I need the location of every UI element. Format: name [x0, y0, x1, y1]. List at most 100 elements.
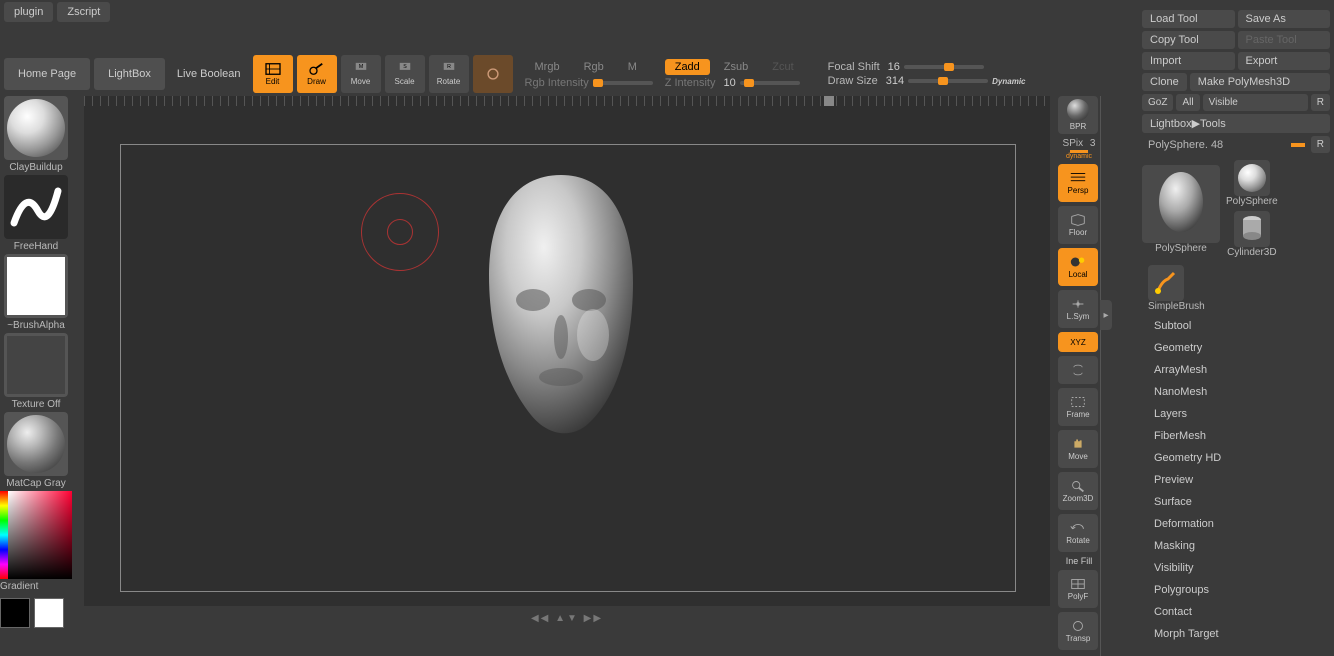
- frame-button[interactable]: Frame: [1058, 388, 1098, 426]
- viewport[interactable]: [120, 144, 1016, 592]
- load-tool-button[interactable]: Load Tool: [1142, 10, 1235, 28]
- move-label: Move: [351, 77, 371, 86]
- rgb-button[interactable]: Rgb: [574, 59, 614, 75]
- floor-button[interactable]: Floor: [1058, 206, 1098, 244]
- move-view-button[interactable]: Move: [1058, 430, 1098, 468]
- goz-r-button[interactable]: R: [1311, 94, 1330, 111]
- m-button[interactable]: M: [618, 59, 647, 75]
- saturation-value-area[interactable]: [8, 491, 72, 579]
- zoom3d-button[interactable]: Zoom3D: [1058, 472, 1098, 510]
- polysphere-slider[interactable]: [1291, 143, 1305, 147]
- export-button[interactable]: Export: [1238, 52, 1331, 70]
- accordion-morph-target[interactable]: Morph Target: [1142, 623, 1330, 645]
- frame-icon: [1069, 395, 1087, 409]
- accordion-subtool[interactable]: Subtool: [1142, 315, 1330, 337]
- edit-mode-button[interactable]: Edit: [253, 55, 293, 93]
- dynamic-badge[interactable]: Dynamic: [992, 77, 1025, 86]
- polysphere-count: 48: [1211, 139, 1223, 151]
- accordion-contact[interactable]: Contact: [1142, 601, 1330, 623]
- polysphere-r-button[interactable]: R: [1311, 136, 1330, 153]
- texture-selector[interactable]: [4, 333, 68, 397]
- canvas-pager[interactable]: ◀◀ ▲▼ ▶▶: [531, 613, 603, 624]
- spix-control[interactable]: SPix 3 dynamic: [1058, 138, 1100, 160]
- accordion-preview[interactable]: Preview: [1142, 469, 1330, 491]
- zadd-button[interactable]: Zadd: [665, 59, 710, 75]
- copy-tool-button[interactable]: Copy Tool: [1142, 31, 1235, 49]
- lightbox-tools-button[interactable]: Lightbox▶Tools: [1142, 114, 1330, 133]
- save-as-button[interactable]: Save As: [1238, 10, 1331, 28]
- hue-strip[interactable]: [0, 491, 8, 579]
- ruler-thumb[interactable]: [824, 96, 834, 106]
- accordion-polygroups[interactable]: Polygroups: [1142, 579, 1330, 601]
- accordion-surface[interactable]: Surface: [1142, 491, 1330, 513]
- rotate-mode-button[interactable]: R Rotate: [429, 55, 469, 93]
- swatch-black[interactable]: [0, 598, 30, 628]
- timeline-ruler[interactable]: [84, 96, 1050, 106]
- zsub-button[interactable]: Zsub: [714, 59, 758, 75]
- import-button[interactable]: Import: [1142, 52, 1235, 70]
- accordion-deformation[interactable]: Deformation: [1142, 513, 1330, 535]
- rotate-view-icon: [1069, 521, 1087, 535]
- persp-label: Persp: [1068, 186, 1089, 195]
- draw-size-slider[interactable]: [908, 79, 988, 83]
- brush-selector[interactable]: [4, 96, 68, 160]
- move-mode-button[interactable]: M Move: [341, 55, 381, 93]
- transp-label: Transp: [1066, 634, 1091, 643]
- local-button[interactable]: Local: [1058, 248, 1098, 286]
- accordion-geometry[interactable]: Geometry: [1142, 337, 1330, 359]
- accordion-masking[interactable]: Masking: [1142, 535, 1330, 557]
- focal-shift-slider[interactable]: [904, 65, 984, 69]
- accordion-layers[interactable]: Layers: [1142, 403, 1330, 425]
- home-page-button[interactable]: Home Page: [4, 58, 90, 90]
- scale-label: Scale: [395, 77, 415, 86]
- rgb-intensity-label: Rgb Intensity: [525, 77, 589, 89]
- goz-button[interactable]: GoZ: [1142, 94, 1173, 111]
- tool-simplebrush-thumb[interactable]: [1148, 265, 1184, 301]
- xyz-button[interactable]: XYZ: [1058, 332, 1098, 352]
- floor-label: Floor: [1069, 228, 1087, 237]
- rotate-view-button[interactable]: Rotate: [1058, 514, 1098, 552]
- menu-plugin[interactable]: plugin: [4, 2, 53, 22]
- shelf-collapse-toggle[interactable]: ▸: [1100, 300, 1112, 330]
- draw-size-label: Draw Size: [828, 75, 878, 87]
- transp-button[interactable]: Transp: [1058, 612, 1098, 650]
- persp-button[interactable]: Persp: [1058, 164, 1098, 202]
- sculpt-mesh[interactable]: [461, 165, 661, 445]
- paste-tool-button[interactable]: Paste Tool: [1238, 31, 1331, 49]
- lightbox-button[interactable]: LightBox: [94, 58, 165, 90]
- accordion-fibermesh[interactable]: FiberMesh: [1142, 425, 1330, 447]
- goz-all-button[interactable]: All: [1176, 94, 1199, 111]
- draw-mode-button[interactable]: Draw: [297, 55, 337, 93]
- local-label: Local: [1068, 270, 1087, 279]
- bpr-button[interactable]: BPR: [1058, 96, 1098, 134]
- tool-cylinder-thumb[interactable]: [1234, 211, 1270, 247]
- alpha-selector[interactable]: [4, 254, 68, 318]
- shelf-scrollbar[interactable]: [1100, 96, 1108, 656]
- lsym-button[interactable]: L.Sym: [1058, 290, 1098, 328]
- zcut-button[interactable]: Zcut: [762, 59, 803, 75]
- accordion-visibility[interactable]: Visibility: [1142, 557, 1330, 579]
- color-picker[interactable]: [0, 491, 72, 579]
- scale-mode-button[interactable]: S Scale: [385, 55, 425, 93]
- accordion-nanomesh[interactable]: NanoMesh: [1142, 381, 1330, 403]
- alpha-label: ~BrushAlpha: [7, 320, 65, 331]
- material-selector[interactable]: [4, 412, 68, 476]
- clone-button[interactable]: Clone: [1142, 73, 1187, 91]
- z-intensity-slider[interactable]: [740, 81, 800, 85]
- make-polymesh3d-button[interactable]: Make PolyMesh3D: [1190, 73, 1330, 91]
- menu-zscript[interactable]: Zscript: [57, 2, 110, 22]
- accordion-arraymesh[interactable]: ArrayMesh: [1142, 359, 1330, 381]
- tool-polysphere-thumb[interactable]: [1234, 160, 1270, 196]
- swatch-white[interactable]: [34, 598, 64, 628]
- polyf-button[interactable]: PolyF: [1058, 570, 1098, 608]
- gizmo-button[interactable]: [473, 55, 513, 93]
- rgb-intensity-slider[interactable]: [593, 81, 653, 85]
- live-boolean-button[interactable]: Live Boolean: [169, 58, 249, 90]
- goz-visible-button[interactable]: Visible: [1203, 94, 1308, 111]
- current-tool-thumb[interactable]: [1142, 165, 1220, 243]
- mrgb-button[interactable]: Mrgb: [525, 59, 570, 75]
- polyf-icon: [1069, 577, 1087, 591]
- rot-axis-buttons[interactable]: [1058, 356, 1098, 384]
- stroke-selector[interactable]: [4, 175, 68, 239]
- accordion-geometry-hd[interactable]: Geometry HD: [1142, 447, 1330, 469]
